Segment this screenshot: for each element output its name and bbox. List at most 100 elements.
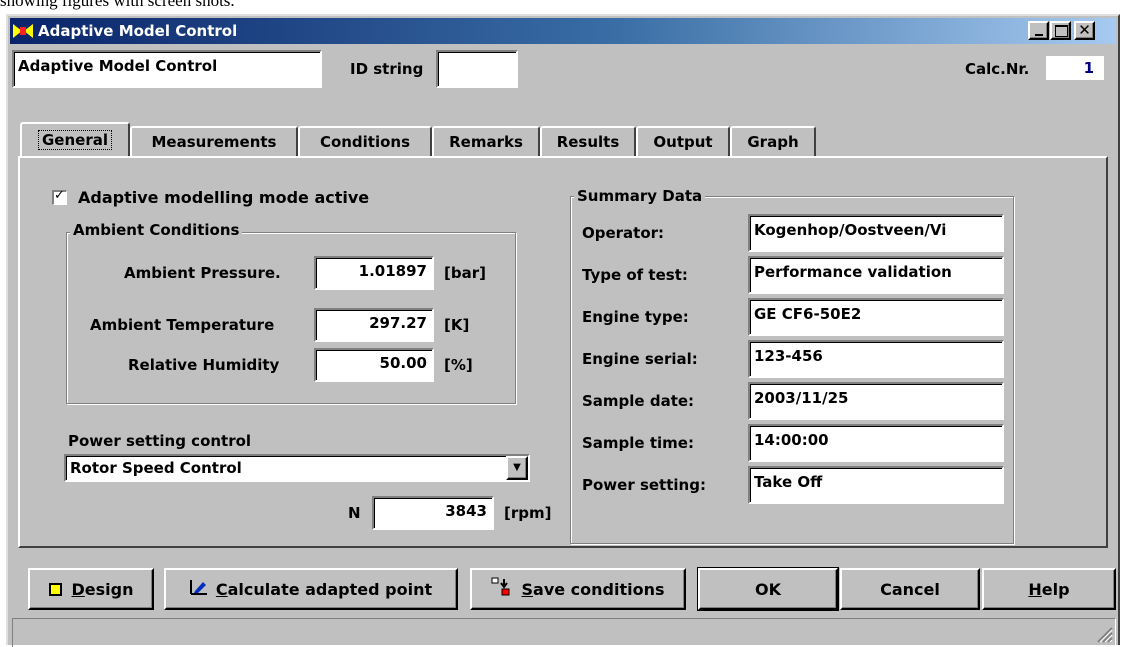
adaptive-mode-checkbox[interactable]: ✓: [52, 188, 67, 205]
calculate-label: alculate adapted point: [227, 579, 433, 599]
general-tab-panel: ✓ Adaptive modelling mode active Ambient…: [18, 156, 1108, 548]
tab-general-label: General: [38, 130, 112, 150]
calculate-adapted-point-button[interactable]: Calculate adapted point: [164, 568, 458, 610]
save-label: ave conditions: [533, 579, 665, 599]
power-setting-label: Power setting control: [68, 432, 252, 450]
tab-measurements[interactable]: Measurements: [130, 126, 298, 156]
engine-serial-label: Engine serial:: [582, 350, 698, 368]
ambient-temperature-unit: [K]: [444, 316, 470, 334]
power-setting-summary-label: Power setting:: [582, 476, 706, 494]
help-label: elp: [1041, 579, 1070, 599]
tab-results[interactable]: Results: [540, 126, 636, 156]
power-setting-select[interactable]: Rotor Speed Control ▼: [64, 454, 530, 482]
ambient-pressure-input[interactable]: 1.01897: [314, 256, 434, 290]
dialog-window: Adaptive Model Control ✕ Adaptive Model …: [6, 14, 1120, 647]
id-string-label: ID string: [350, 60, 424, 78]
calc-nr-value: 1: [1083, 59, 1094, 77]
operator-label: Operator:: [582, 224, 665, 242]
sample-date-value: 2003/11/25: [754, 389, 849, 407]
close-button[interactable]: ✕: [1074, 21, 1095, 40]
ambient-conditions-title: Ambient Conditions: [70, 221, 243, 239]
design-label: esign: [84, 579, 134, 599]
status-bar: [12, 618, 1116, 647]
tab-remarks[interactable]: Remarks: [432, 126, 540, 156]
engine-serial-input[interactable]: 123-456: [748, 340, 1004, 378]
sample-time-input[interactable]: 14:00:00: [748, 424, 1004, 462]
tab-output-label: Output: [653, 133, 713, 151]
cancel-label: Cancel: [880, 579, 940, 599]
ok-button[interactable]: OK: [697, 567, 839, 611]
power-setting-summary-value: Take Off: [754, 473, 823, 491]
cancel-button[interactable]: Cancel: [840, 568, 980, 610]
model-name-value: Adaptive Model Control: [18, 57, 218, 75]
calc-nr-field: 1: [1046, 56, 1104, 80]
relative-humidity-input[interactable]: 50.00: [314, 348, 434, 382]
dropdown-button[interactable]: ▼: [506, 456, 528, 480]
tab-results-label: Results: [556, 133, 620, 151]
summary-data-title: Summary Data: [574, 187, 706, 205]
power-setting-summary-input[interactable]: Take Off: [748, 466, 1004, 504]
tab-general[interactable]: General: [20, 122, 130, 156]
rotor-speed-input[interactable]: 3843: [372, 496, 494, 530]
sample-time-label: Sample time:: [582, 434, 694, 452]
resize-grip-icon[interactable]: [1095, 625, 1113, 647]
type-of-test-input[interactable]: Performance validation: [748, 256, 1004, 294]
rotor-speed-value: 3843: [445, 502, 487, 520]
engine-type-label: Engine type:: [582, 308, 689, 326]
type-of-test-label: Type of test:: [582, 266, 688, 284]
window-title: Adaptive Model Control: [38, 22, 238, 40]
document-caption: showing figures with screen shots.: [0, 0, 235, 10]
rotor-speed-unit: [rpm]: [504, 504, 552, 522]
tab-conditions[interactable]: Conditions: [298, 126, 432, 156]
tab-strip: General Measurements Conditions Remarks …: [20, 122, 820, 156]
close-icon: ✕: [1078, 20, 1091, 39]
maximize-button[interactable]: [1050, 21, 1071, 40]
relative-humidity-value: 50.00: [379, 354, 427, 372]
ambient-pressure-unit: [bar]: [444, 264, 486, 282]
tab-remarks-label: Remarks: [449, 133, 523, 151]
adaptive-mode-label: Adaptive modelling mode active: [78, 188, 370, 207]
sample-date-input[interactable]: 2003/11/25: [748, 382, 1004, 420]
sample-date-label: Sample date:: [582, 392, 695, 410]
save-conditions-icon: [491, 577, 513, 601]
engine-type-value: GE CF6-50E2: [754, 305, 862, 323]
tab-conditions-label: Conditions: [319, 133, 411, 151]
save-conditions-button[interactable]: Save conditions: [470, 568, 686, 610]
save-mnemonic: S: [521, 579, 534, 599]
maximize-icon: [1055, 25, 1068, 37]
help-mnemonic: H: [1028, 579, 1042, 599]
power-setting-selected: Rotor Speed Control: [70, 459, 242, 477]
pencil-icon: [189, 579, 208, 599]
design-button[interactable]: Design: [28, 568, 154, 610]
tab-output[interactable]: Output: [636, 126, 730, 156]
engine-type-input[interactable]: GE CF6-50E2: [748, 298, 1004, 336]
rotor-speed-label: N: [348, 504, 361, 522]
operator-value: Kogenhop/Oostveen/Vi: [754, 221, 947, 239]
design-mnemonic: D: [71, 579, 85, 599]
tab-measurements-label: Measurements: [151, 133, 277, 151]
checkmark-icon: ✓: [54, 188, 65, 203]
engine-serial-value: 123-456: [754, 347, 823, 365]
relative-humidity-unit: [%]: [444, 356, 473, 374]
model-name-field[interactable]: Adaptive Model Control: [12, 50, 322, 88]
ambient-pressure-value: 1.01897: [358, 262, 427, 280]
minimize-button[interactable]: [1028, 21, 1049, 40]
ambient-pressure-label: Ambient Pressure.: [124, 264, 281, 282]
help-button[interactable]: Help: [982, 568, 1116, 610]
app-icon: [13, 22, 33, 40]
calculate-mnemonic: C: [215, 579, 228, 599]
id-string-field[interactable]: [436, 50, 518, 88]
relative-humidity-label: Relative Humidity: [128, 356, 280, 374]
type-of-test-value: Performance validation: [754, 263, 952, 281]
sample-time-value: 14:00:00: [754, 431, 829, 449]
tab-graph-label: Graph: [747, 133, 799, 151]
ambient-temperature-value: 297.27: [369, 314, 427, 332]
calc-nr-label: Calc.Nr.: [965, 60, 1030, 78]
design-icon: [48, 582, 62, 596]
ok-label: OK: [755, 579, 781, 599]
operator-input[interactable]: Kogenhop/Oostveen/Vi: [748, 214, 1004, 252]
tab-graph[interactable]: Graph: [730, 126, 816, 156]
minimize-icon: [1035, 34, 1043, 36]
title-bar[interactable]: Adaptive Model Control ✕: [10, 18, 1116, 44]
ambient-temperature-input[interactable]: 297.27: [314, 308, 434, 342]
